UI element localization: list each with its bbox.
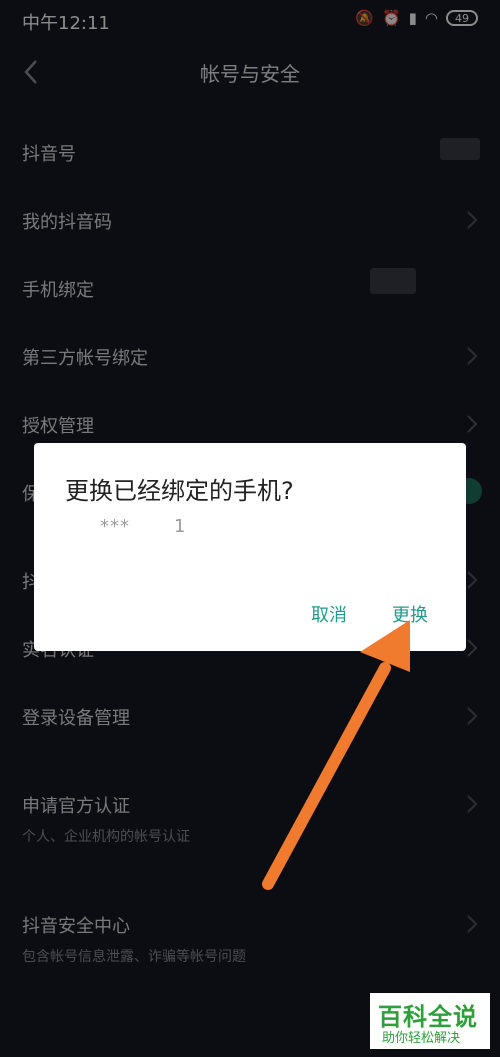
watermark-subtitle: 助你轻松解决 [382, 1031, 461, 1046]
confirm-dialog: 更换已经绑定的手机? *** 1 取消 更换 [34, 443, 466, 651]
dialog-phone-masked: *** [100, 516, 130, 537]
cancel-button[interactable]: 取消 [311, 601, 347, 627]
dialog-title: 更换已经绑定的手机? [65, 477, 294, 505]
dialog-phone-tail: 1 [174, 516, 186, 537]
confirm-change-button[interactable]: 更换 [392, 601, 428, 627]
watermark-logo: 百科全说 助你轻松解决 [370, 993, 490, 1049]
